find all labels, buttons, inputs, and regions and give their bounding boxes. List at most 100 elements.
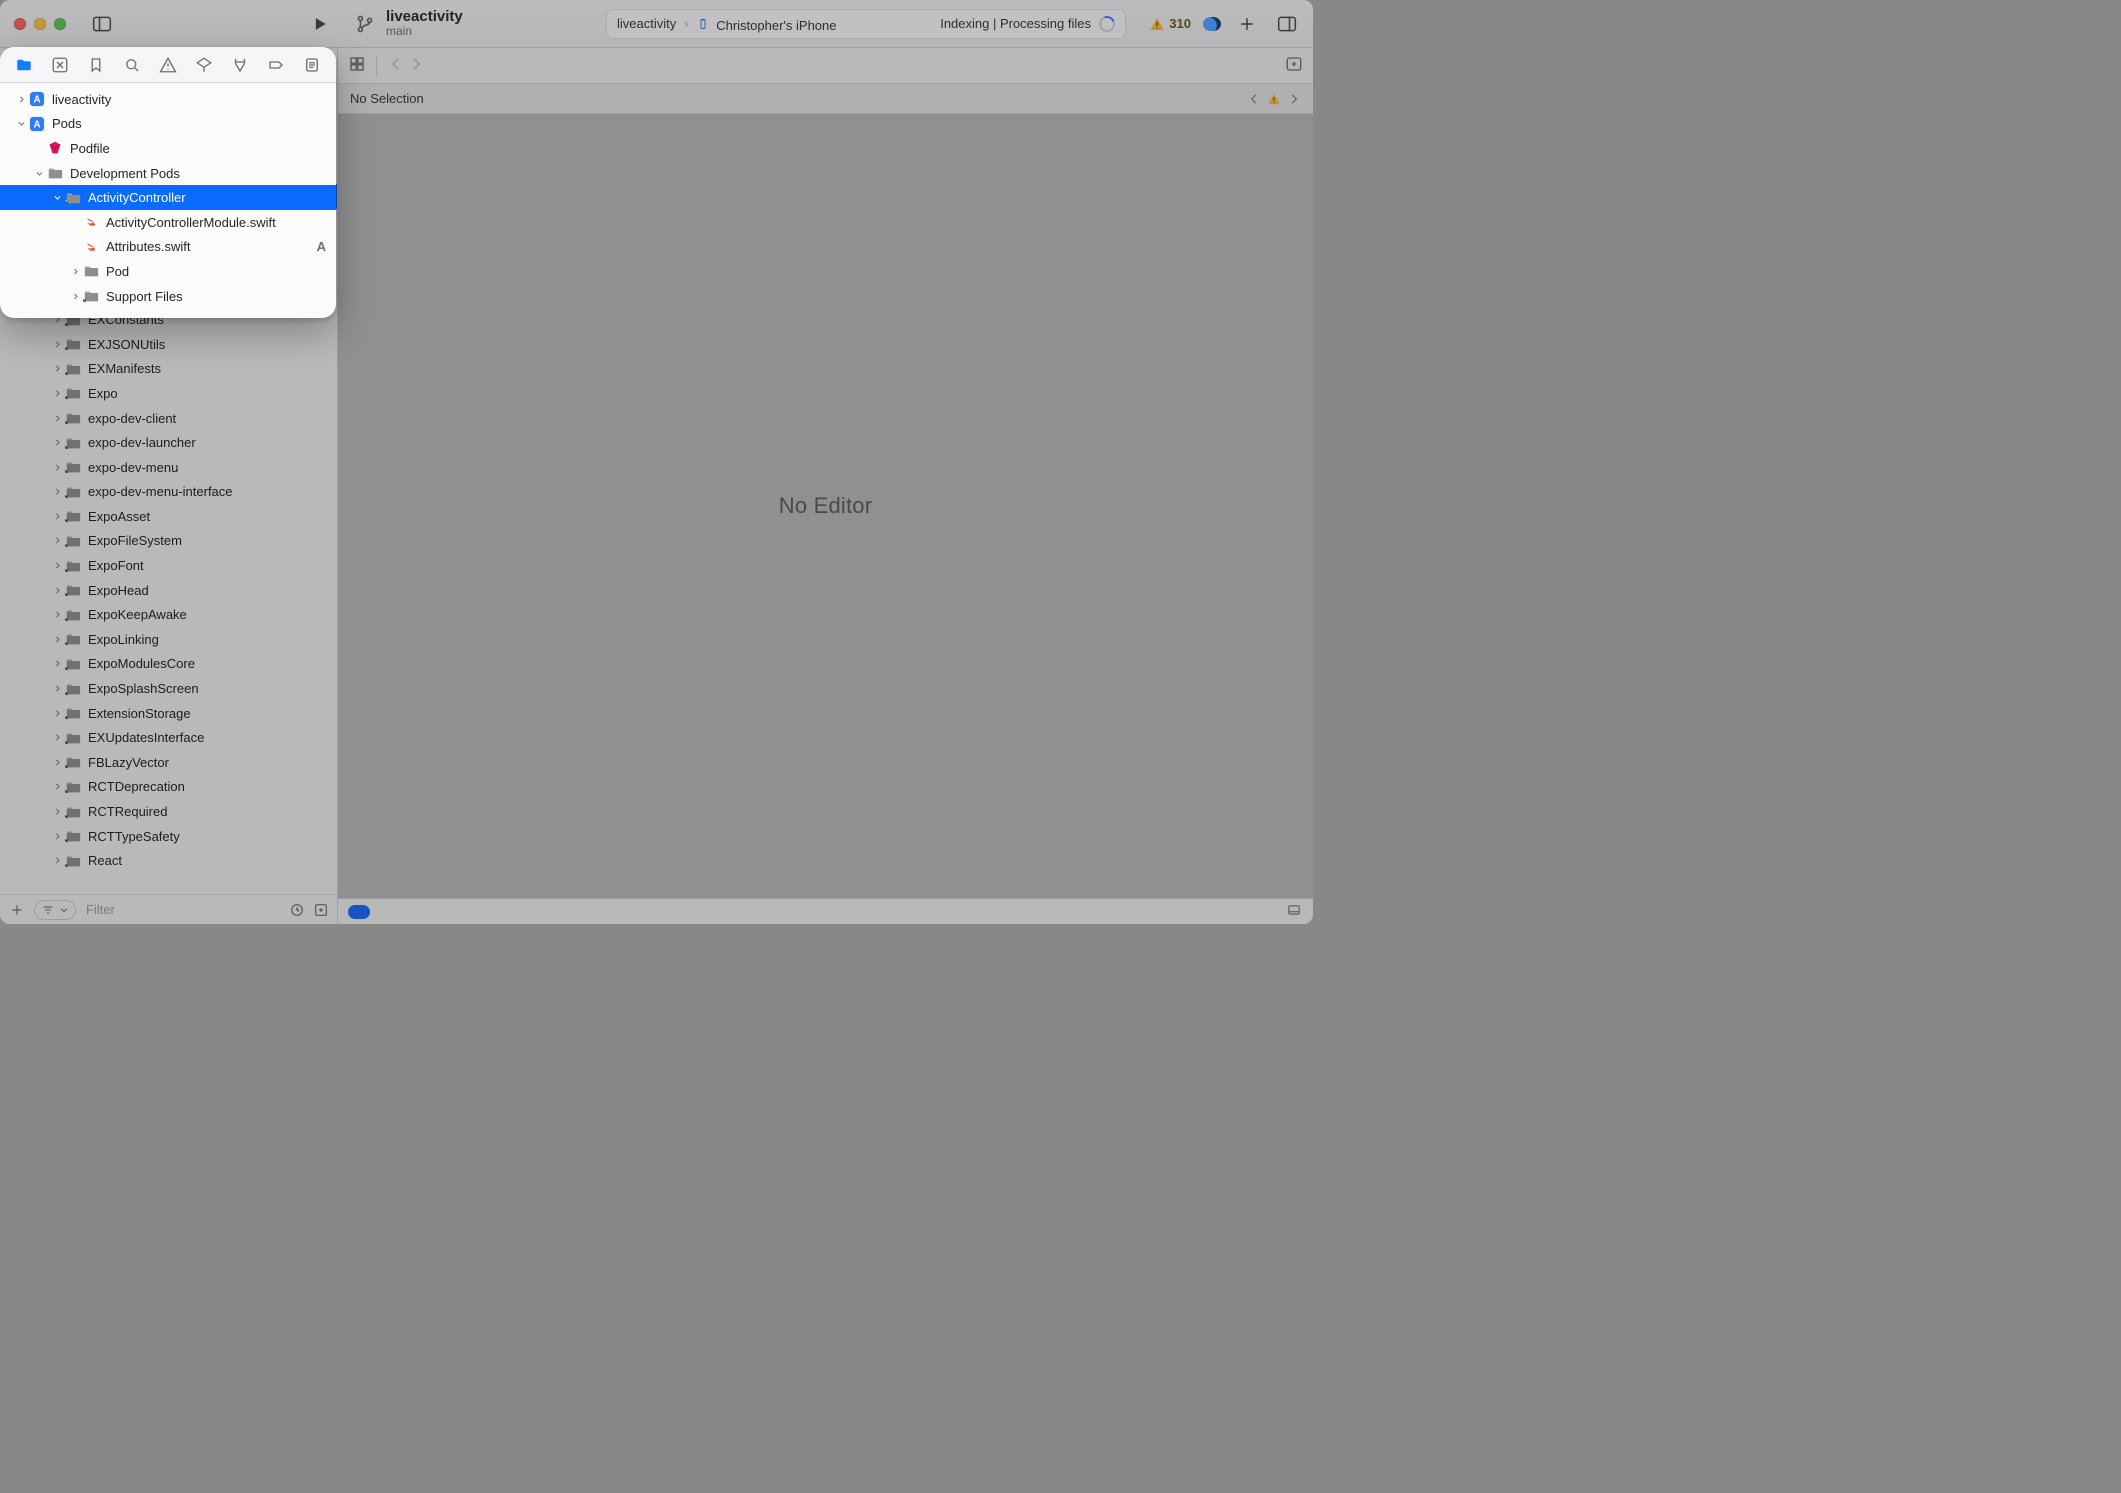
nav-back-button[interactable] (387, 55, 405, 76)
tree-row[interactable]: ExpoKeepAwake (0, 602, 337, 627)
disclosure-triangle[interactable] (50, 193, 64, 202)
disclosure-triangle[interactable] (50, 438, 64, 447)
toggle-navigator-button[interactable] (88, 10, 116, 38)
reports-navigator-tab[interactable] (298, 51, 326, 79)
disclosure-triangle[interactable] (50, 610, 64, 619)
tree-row[interactable]: RCTTypeSafety (0, 824, 337, 849)
tree-row[interactable]: ExpoAsset (0, 504, 337, 529)
tree-row[interactable]: ActivityControllerModule.swift (0, 210, 336, 235)
disclosure-triangle[interactable] (50, 586, 64, 595)
source-control-navigator-tab[interactable] (46, 51, 74, 79)
zoom-window-button[interactable] (54, 18, 66, 30)
minimize-window-button[interactable] (34, 18, 46, 30)
disclosure-triangle[interactable] (68, 267, 82, 276)
filter-icon (41, 903, 55, 917)
folderref-icon (64, 508, 82, 524)
tree-row[interactable]: EXJSONUtils (0, 332, 337, 357)
disclosure-triangle[interactable] (68, 292, 82, 301)
cloud-status-button[interactable] (1203, 17, 1221, 31)
disclosure-triangle[interactable] (50, 536, 64, 545)
tree-row[interactable]: ExpoFont (0, 553, 337, 578)
scm-filter-button[interactable] (313, 902, 329, 918)
tree-row[interactable]: RCTRequired (0, 799, 337, 824)
tree-row[interactable]: ExpoFileSystem (0, 529, 337, 554)
scheme-name[interactable]: liveactivity (617, 16, 676, 31)
disclosure-triangle[interactable] (50, 758, 64, 767)
tree-row[interactable]: ExtensionStorage (0, 701, 337, 726)
disclosure-triangle[interactable] (50, 561, 64, 570)
tree-row[interactable]: ExpoLinking (0, 627, 337, 652)
tree-row[interactable]: ExpoModulesCore (0, 652, 337, 677)
related-items-button[interactable] (348, 55, 366, 76)
filter-scope-button[interactable] (34, 900, 76, 920)
disclosure-triangle[interactable] (32, 169, 46, 178)
disclosure-triangle[interactable] (50, 709, 64, 718)
disclosure-triangle[interactable] (50, 512, 64, 521)
project-navigator-tab[interactable] (10, 51, 38, 79)
new-file-button[interactable] (8, 901, 26, 919)
toggle-inspector-button[interactable] (1273, 10, 1301, 38)
toggle-console-button[interactable] (1285, 903, 1303, 920)
scm-branch-indicator[interactable]: liveactivity main (354, 9, 514, 37)
disclosure-triangle[interactable] (50, 414, 64, 423)
disclosure-triangle[interactable] (14, 95, 28, 104)
activity-view[interactable]: liveactivity › Christopher's iPhone Inde… (606, 9, 1126, 39)
tree-row[interactable]: Expo (0, 381, 337, 406)
disclosure-triangle[interactable] (50, 463, 64, 472)
tree-row[interactable]: Development Pods (0, 161, 336, 186)
disclosure-triangle[interactable] (50, 635, 64, 644)
tests-navigator-tab[interactable] (190, 51, 218, 79)
tree-row[interactable]: RCTDeprecation (0, 775, 337, 800)
close-window-button[interactable] (14, 18, 26, 30)
next-issue-button[interactable] (1287, 92, 1301, 106)
issues-count-button[interactable]: 310 (1149, 16, 1191, 32)
tree-row[interactable]: ExpoHead (0, 578, 337, 603)
tree-row[interactable]: ActivityController (0, 185, 336, 210)
nav-forward-button[interactable] (407, 55, 425, 76)
tree-row[interactable]: Attributes.swift A (0, 235, 336, 260)
filter-input[interactable] (84, 901, 281, 918)
find-navigator-tab[interactable] (118, 51, 146, 79)
tree-row[interactable]: expo-dev-client (0, 406, 337, 431)
tree-row[interactable]: EXUpdatesInterface (0, 725, 337, 750)
disclosure-triangle[interactable] (50, 684, 64, 693)
tree-row[interactable]: FBLazyVector (0, 750, 337, 775)
tree-row[interactable]: Pods (0, 112, 336, 137)
tree-row[interactable]: Pod (0, 259, 336, 284)
disclosure-triangle[interactable] (50, 659, 64, 668)
disclosure-triangle[interactable] (50, 364, 64, 373)
library-button[interactable] (1233, 10, 1261, 38)
disclosure-triangle[interactable] (50, 832, 64, 841)
disclosure-triangle[interactable] (50, 807, 64, 816)
breakpoints-navigator-tab[interactable] (262, 51, 290, 79)
tree-row[interactable]: expo-dev-launcher (0, 430, 337, 455)
folderref-icon (64, 730, 82, 746)
tree-row[interactable]: expo-dev-menu (0, 455, 337, 480)
disclosure-triangle[interactable] (50, 733, 64, 742)
debug-status-indicator[interactable] (348, 905, 370, 919)
run-button[interactable] (306, 10, 334, 38)
tree-row[interactable]: liveactivity (0, 87, 336, 112)
run-destination[interactable]: Christopher's iPhone (697, 15, 837, 33)
tree-row[interactable]: EXManifests (0, 357, 337, 382)
tree-row[interactable]: Support Files (0, 284, 336, 309)
debug-navigator-tab[interactable] (226, 51, 254, 79)
disclosure-triangle[interactable] (50, 856, 64, 865)
prev-issue-button[interactable] (1247, 92, 1261, 106)
tree-row[interactable]: Podfile (0, 136, 336, 161)
tree-row[interactable]: expo-dev-menu-interface (0, 480, 337, 505)
tree-row[interactable]: React (0, 848, 337, 873)
add-editor-button[interactable] (1285, 55, 1303, 76)
disclosure-triangle[interactable] (50, 389, 64, 398)
toolbar: liveactivity main liveactivity › Christo… (0, 0, 1313, 48)
project-tree-highlight[interactable]: liveactivity Pods Podfile Development Po… (0, 83, 336, 312)
tree-row[interactable]: ExpoSplashScreen (0, 676, 337, 701)
disclosure-triangle[interactable] (50, 487, 64, 496)
issues-navigator-tab[interactable] (154, 51, 182, 79)
bookmarks-navigator-tab[interactable] (82, 51, 110, 79)
disclosure-triangle[interactable] (14, 119, 28, 128)
folderref-icon (82, 288, 100, 304)
recent-filter-button[interactable] (289, 902, 305, 918)
disclosure-triangle[interactable] (50, 340, 64, 349)
disclosure-triangle[interactable] (50, 782, 64, 791)
